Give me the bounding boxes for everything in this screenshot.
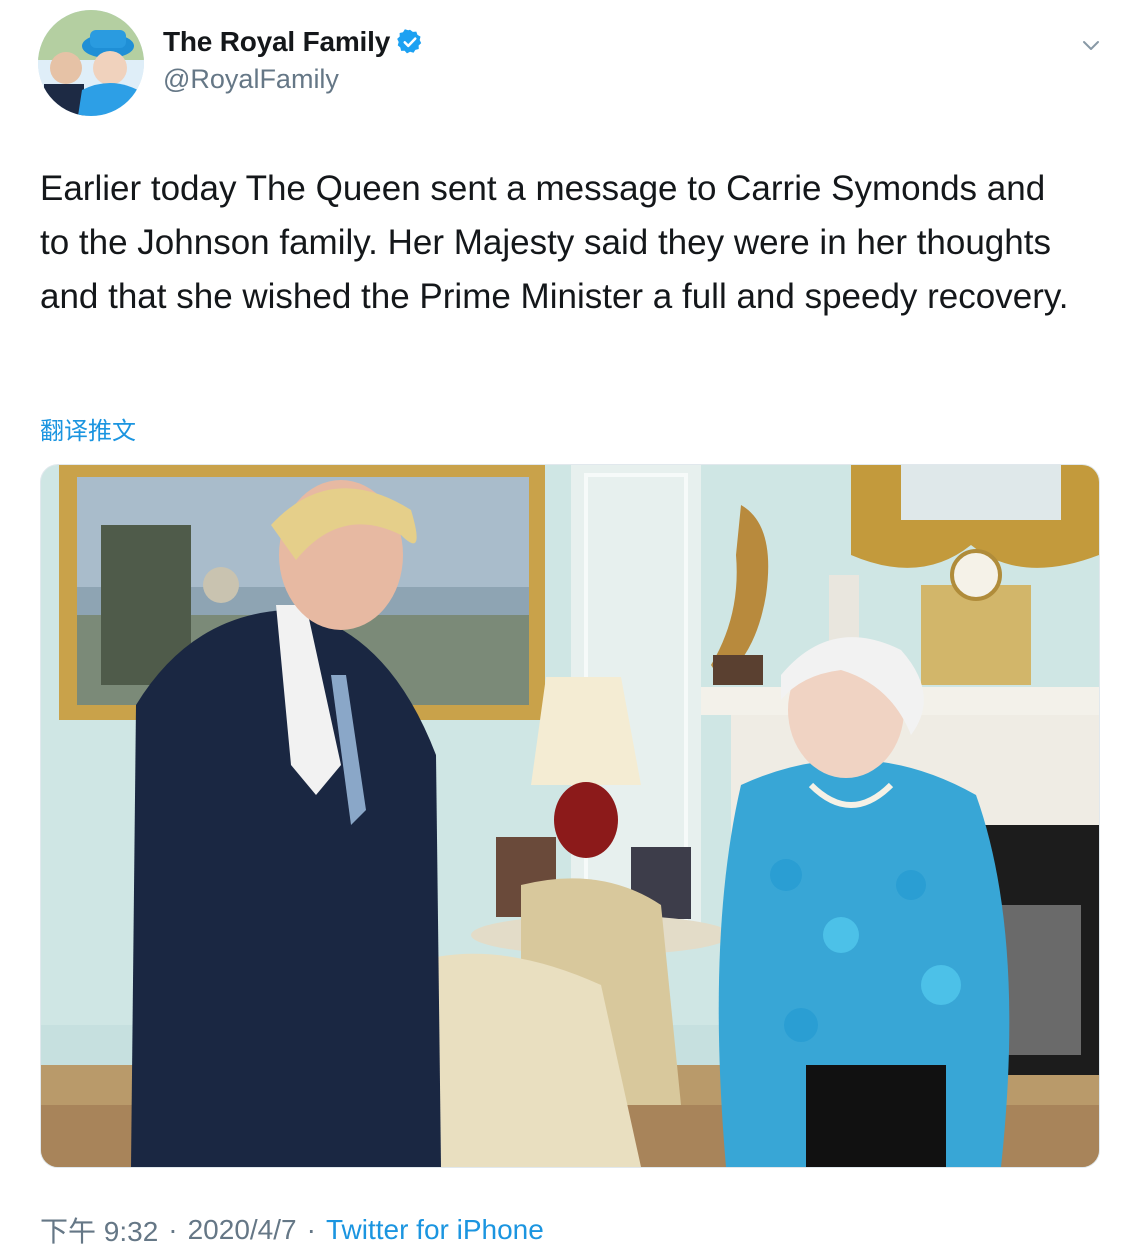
handle[interactable]: @RoyalFamily — [163, 64, 339, 95]
translate-tweet-link[interactable]: 翻译推文 — [40, 411, 136, 446]
photo-image — [41, 465, 1099, 1167]
meta-separator: · — [168, 1214, 178, 1245]
tweet-meta: 下午 9:32 · 2020/4/7 · Twitter for iPhone — [40, 1210, 544, 1250]
tweet-text: Earlier today The Queen sent a message t… — [40, 169, 1069, 316]
tweet-date[interactable]: 2020/4/7 — [188, 1214, 297, 1246]
meta-separator: · — [306, 1214, 316, 1245]
chevron-down-icon[interactable] — [1080, 34, 1102, 56]
display-name[interactable]: The Royal Family — [163, 26, 390, 58]
author-name-row[interactable]: The Royal Family — [163, 26, 424, 58]
verified-badge-icon — [396, 28, 424, 56]
avatar[interactable] — [38, 10, 144, 116]
tweet-source-link[interactable]: Twitter for iPhone — [326, 1214, 544, 1246]
tweet-time[interactable]: 下午 9:32 — [40, 1210, 158, 1250]
avatar-image — [38, 10, 144, 116]
tweet-photo[interactable] — [40, 464, 1100, 1168]
